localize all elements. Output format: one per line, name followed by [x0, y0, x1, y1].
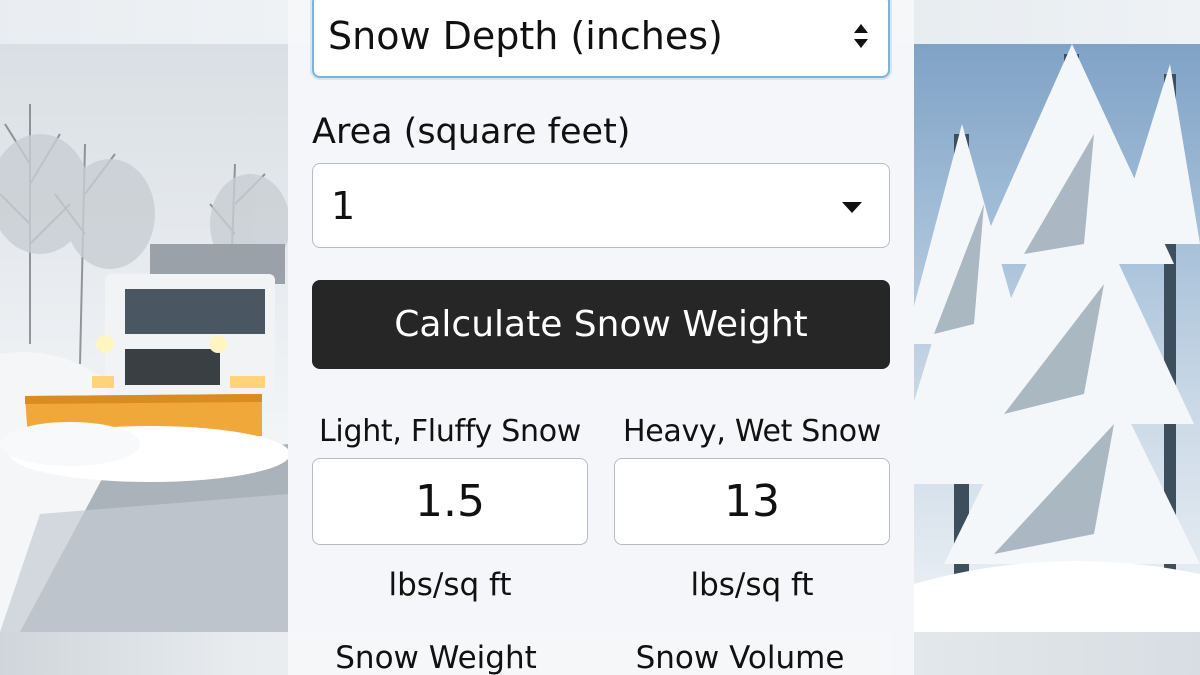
snow-weight-label: Snow Weight	[335, 640, 537, 675]
light-snow-title: Light, Fluffy Snow	[319, 414, 581, 449]
up-down-arrows-icon	[852, 16, 870, 56]
heavy-snow-title: Heavy, Wet Snow	[622, 414, 882, 449]
area-select[interactable]: 1	[312, 163, 890, 248]
light-snow-unit: lbs/sq ft	[388, 567, 512, 603]
light-snow-result: Light, Fluffy Snow 1.5 lbs/sq ft	[312, 408, 588, 603]
snowy-pine-forest-photo	[914, 44, 1200, 632]
heavy-snow-result: Heavy, Wet Snow 13 lbs/sq ft	[614, 408, 890, 603]
snow-calculator-panel: Snow Depth (inches) Area (square feet) 1…	[288, 0, 914, 675]
heavy-snow-value: 13	[614, 458, 890, 545]
snow-volume-label: Snow Volume	[635, 640, 845, 675]
area-select-value: 1	[331, 183, 356, 228]
heavy-snow-unit: lbs/sq ft	[690, 567, 814, 603]
snowplow-photo	[0, 44, 288, 632]
snow-depth-select[interactable]: Snow Depth (inches)	[312, 0, 890, 78]
caret-down-icon	[841, 199, 863, 213]
light-snow-value: 1.5	[312, 458, 588, 545]
snow-depth-select-value: Snow Depth (inches)	[328, 14, 723, 58]
area-label: Area (square feet)	[312, 112, 631, 152]
calculate-snow-weight-button[interactable]: Calculate Snow Weight	[312, 280, 890, 369]
